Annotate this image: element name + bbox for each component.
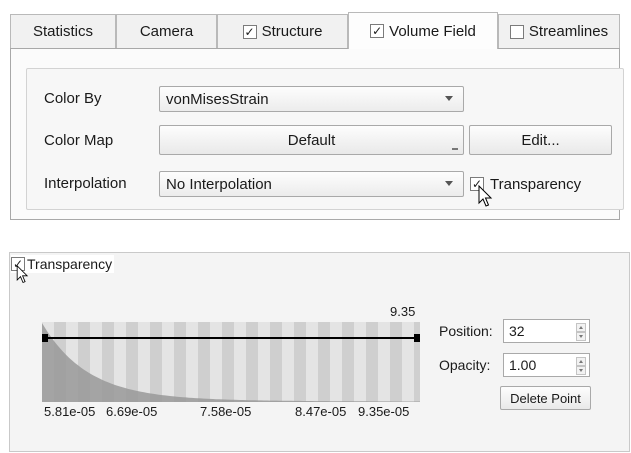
checker-stripe (354, 322, 366, 402)
checker-stripe (318, 322, 330, 402)
checker-stripe (390, 322, 402, 402)
checker-stripe (294, 322, 306, 402)
transparency-group-label: Transparency (27, 256, 113, 272)
checker-stripe (378, 322, 390, 402)
tab-structure[interactable]: Structure (217, 14, 348, 48)
chevron-down-icon (445, 181, 453, 186)
tab-bar: Statistics Camera Structure Volume Field… (10, 12, 620, 49)
interpolation-combobox[interactable]: No Interpolation (159, 171, 464, 197)
tab-statistics-label: Statistics (32, 23, 93, 40)
checker-stripe (162, 322, 174, 402)
control-point-right[interactable] (414, 334, 420, 342)
increment-icon[interactable] (576, 357, 586, 366)
control-point-left[interactable] (42, 334, 48, 342)
increment-icon[interactable] (576, 323, 586, 332)
tab-statistics[interactable]: Statistics (10, 14, 116, 48)
mouse-cursor-icon (16, 265, 29, 284)
transparency-toggle-label: Transparency (490, 175, 582, 193)
opacity-label: Opacity: (439, 357, 491, 373)
checker-stripe (174, 322, 186, 402)
checker-stripe (270, 322, 282, 402)
checker-stripe (330, 322, 342, 402)
color-map-button[interactable]: Default (159, 125, 464, 155)
interpolation-value: No Interpolation (166, 175, 272, 193)
color-map-label: Color Map (44, 132, 114, 149)
delete-point-button[interactable]: Delete Point (500, 386, 591, 410)
decrement-icon[interactable] (576, 366, 586, 375)
edit-button[interactable]: Edit... (469, 125, 612, 155)
tab-streamlines[interactable]: Streamlines (498, 14, 620, 48)
position-label: Position: (439, 323, 493, 339)
color-by-label: Color By (44, 90, 102, 107)
x-tick-label: 8.47e-05 (295, 404, 347, 419)
checker-stripe (282, 322, 294, 402)
position-value: 32 (509, 323, 525, 339)
x-tick-label: 9.35e-05 (358, 404, 410, 419)
x-tick-label: 6.69e-05 (106, 404, 158, 419)
checker-stripe (198, 322, 210, 402)
checker-stripe (186, 322, 198, 402)
checker-stripe (150, 322, 162, 402)
streamlines-checkbox[interactable] (509, 24, 524, 39)
x-tick-label: 7.58e-05 (200, 404, 252, 419)
tab-volume-field-label: Volume Field (389, 22, 476, 40)
checker-stripe (246, 322, 258, 402)
delete-point-label: Delete Point (510, 390, 581, 406)
position-spinbox[interactable]: 32 (503, 319, 590, 343)
x-tick-label: 5.81e-05 (44, 404, 96, 419)
volume-field-checkbox[interactable] (370, 24, 385, 38)
chevron-down-icon (445, 96, 453, 101)
transfer-function-editor[interactable] (42, 320, 420, 406)
color-by-combobox[interactable]: vonMisesStrain (159, 86, 464, 112)
interpolation-label: Interpolation (44, 175, 127, 192)
checker-stripe (138, 322, 150, 402)
checker-stripe (258, 322, 270, 402)
opacity-spinbox[interactable]: 1.00 (503, 353, 590, 377)
tab-camera[interactable]: Camera (116, 14, 217, 48)
structure-checkbox[interactable] (242, 24, 257, 39)
decrement-icon[interactable] (576, 332, 586, 341)
checker-stripe (210, 322, 222, 402)
tab-camera-label: Camera (139, 23, 194, 40)
tab-structure-label: Structure (261, 23, 323, 40)
color-map-value: Default (287, 131, 336, 149)
checker-stripe (222, 322, 234, 402)
color-by-value: vonMisesStrain (166, 90, 269, 108)
tab-streamlines-label: Streamlines (528, 23, 609, 40)
checker-stripe (366, 322, 378, 402)
menu-indicator-icon (452, 148, 458, 150)
mouse-cursor-icon (478, 185, 493, 207)
checker-stripe (342, 322, 354, 402)
checker-stripe (306, 322, 318, 402)
opacity-value: 1.00 (509, 357, 537, 373)
tab-volume-field[interactable]: Volume Field (348, 12, 498, 49)
checker-stripe (402, 322, 414, 402)
edit-button-label: Edit... (521, 131, 560, 149)
checker-stripe (234, 322, 246, 402)
max-value-label: 9.35 (390, 304, 416, 319)
